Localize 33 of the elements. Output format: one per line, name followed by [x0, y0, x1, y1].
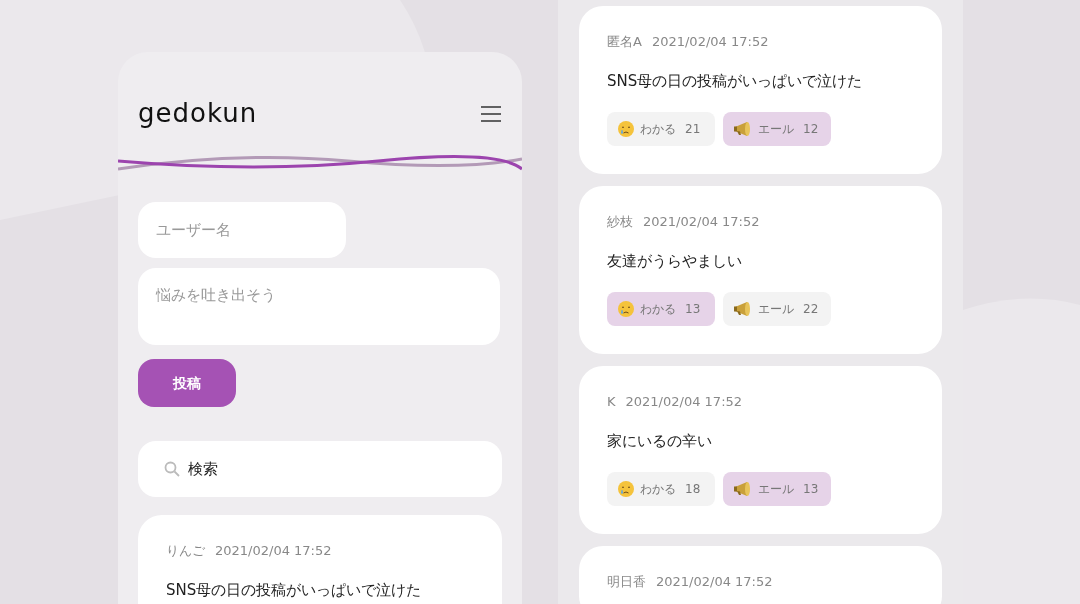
reaction-button[interactable]: わかる 21 — [607, 112, 715, 146]
reaction-button[interactable]: エール 13 — [723, 472, 831, 506]
post-text-area[interactable]: 悩みを吐き出そう — [138, 268, 500, 345]
post-text: SNS母の日の投稿がいっぱいで泣けた — [166, 579, 423, 601]
username-field[interactable]: ユーザー名 — [138, 202, 346, 258]
post-author: 紗枝 — [607, 213, 633, 231]
post-time: 2021/02/04 17:52 — [651, 33, 769, 51]
post-time: 2021/02/04 17:52 — [215, 542, 332, 560]
search-icon — [164, 461, 180, 477]
reaction-button[interactable]: わかる 18 — [607, 472, 715, 506]
reaction-button[interactable]: エール 22 — [723, 292, 831, 326]
logo: gedokun — [138, 97, 258, 130]
post-button[interactable]: 投稿 — [138, 359, 236, 407]
reaction-button[interactable]: エール 12 — [723, 112, 831, 146]
megaphone-icon — [733, 121, 753, 137]
post-time: 2021/02/04 17:52 — [656, 573, 773, 591]
menu-icon[interactable] — [480, 105, 502, 122]
search-field[interactable]: 検索 — [138, 441, 502, 497]
crying-face-icon — [617, 120, 635, 138]
reaction-button[interactable]: わかる 13 — [607, 292, 715, 326]
megaphone-icon — [733, 301, 753, 317]
post-author: りんご — [166, 542, 205, 560]
post-text: 家にいるの辛い — [607, 430, 713, 452]
post-time: 2021/02/04 17:52 — [643, 213, 760, 231]
post-text: 友達がうらやましい — [607, 250, 743, 272]
post-time: 2021/02/04 17:52 — [625, 393, 743, 411]
post-author: 匿名A — [607, 33, 642, 51]
post-text: SNS母の日の投稿がいっぱいで泣けた — [607, 70, 864, 92]
post-author: 明日香 — [607, 573, 646, 591]
post-author: K — [607, 393, 616, 411]
crying-face-icon — [617, 480, 635, 498]
megaphone-icon — [733, 481, 753, 497]
crying-face-icon — [617, 300, 635, 318]
